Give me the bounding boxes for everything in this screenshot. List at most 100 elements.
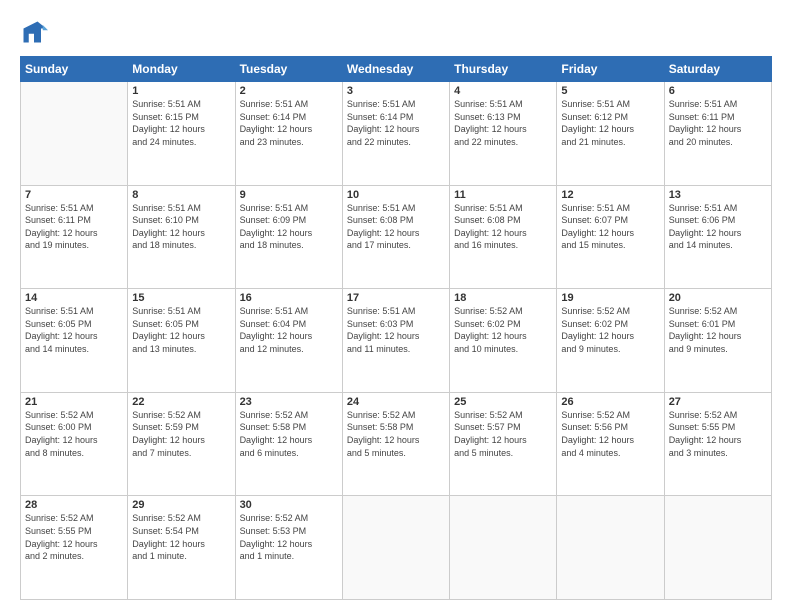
day-number: 21 [25,396,123,408]
calendar-cell: 30Sunrise: 5:52 AM Sunset: 5:53 PM Dayli… [235,496,342,600]
day-number: 25 [454,396,552,408]
calendar-cell [342,496,449,600]
day-info: Sunrise: 5:51 AM Sunset: 6:09 PM Dayligh… [240,202,338,252]
day-number: 5 [561,85,659,97]
day-info: Sunrise: 5:51 AM Sunset: 6:12 PM Dayligh… [561,98,659,148]
col-header-thursday: Thursday [450,57,557,82]
calendar-cell: 7Sunrise: 5:51 AM Sunset: 6:11 PM Daylig… [21,185,128,289]
day-number: 14 [25,292,123,304]
day-info: Sunrise: 5:52 AM Sunset: 5:55 PM Dayligh… [669,409,767,459]
col-header-sunday: Sunday [21,57,128,82]
day-number: 27 [669,396,767,408]
day-number: 24 [347,396,445,408]
calendar-cell: 2Sunrise: 5:51 AM Sunset: 6:14 PM Daylig… [235,82,342,186]
calendar-cell: 15Sunrise: 5:51 AM Sunset: 6:05 PM Dayli… [128,289,235,393]
day-number: 2 [240,85,338,97]
day-info: Sunrise: 5:51 AM Sunset: 6:03 PM Dayligh… [347,305,445,355]
day-info: Sunrise: 5:51 AM Sunset: 6:11 PM Dayligh… [669,98,767,148]
day-info: Sunrise: 5:52 AM Sunset: 5:55 PM Dayligh… [25,512,123,562]
calendar-cell: 24Sunrise: 5:52 AM Sunset: 5:58 PM Dayli… [342,392,449,496]
day-number: 30 [240,499,338,511]
day-number: 1 [132,85,230,97]
calendar-cell: 17Sunrise: 5:51 AM Sunset: 6:03 PM Dayli… [342,289,449,393]
calendar-cell [664,496,771,600]
calendar-cell: 11Sunrise: 5:51 AM Sunset: 6:08 PM Dayli… [450,185,557,289]
calendar-cell: 29Sunrise: 5:52 AM Sunset: 5:54 PM Dayli… [128,496,235,600]
calendar-cell: 4Sunrise: 5:51 AM Sunset: 6:13 PM Daylig… [450,82,557,186]
calendar-cell: 22Sunrise: 5:52 AM Sunset: 5:59 PM Dayli… [128,392,235,496]
day-info: Sunrise: 5:52 AM Sunset: 5:53 PM Dayligh… [240,512,338,562]
day-info: Sunrise: 5:51 AM Sunset: 6:06 PM Dayligh… [669,202,767,252]
day-info: Sunrise: 5:51 AM Sunset: 6:05 PM Dayligh… [25,305,123,355]
calendar-cell [557,496,664,600]
day-info: Sunrise: 5:52 AM Sunset: 6:01 PM Dayligh… [669,305,767,355]
day-info: Sunrise: 5:52 AM Sunset: 5:56 PM Dayligh… [561,409,659,459]
day-number: 13 [669,189,767,201]
day-number: 19 [561,292,659,304]
day-info: Sunrise: 5:51 AM Sunset: 6:10 PM Dayligh… [132,202,230,252]
day-info: Sunrise: 5:52 AM Sunset: 6:00 PM Dayligh… [25,409,123,459]
day-info: Sunrise: 5:51 AM Sunset: 6:11 PM Dayligh… [25,202,123,252]
day-number: 26 [561,396,659,408]
calendar-cell: 9Sunrise: 5:51 AM Sunset: 6:09 PM Daylig… [235,185,342,289]
col-header-friday: Friday [557,57,664,82]
calendar-cell: 8Sunrise: 5:51 AM Sunset: 6:10 PM Daylig… [128,185,235,289]
calendar-cell: 12Sunrise: 5:51 AM Sunset: 6:07 PM Dayli… [557,185,664,289]
calendar-cell: 10Sunrise: 5:51 AM Sunset: 6:08 PM Dayli… [342,185,449,289]
calendar-cell: 3Sunrise: 5:51 AM Sunset: 6:14 PM Daylig… [342,82,449,186]
day-info: Sunrise: 5:52 AM Sunset: 5:57 PM Dayligh… [454,409,552,459]
day-number: 20 [669,292,767,304]
calendar-cell [21,82,128,186]
calendar-cell: 6Sunrise: 5:51 AM Sunset: 6:11 PM Daylig… [664,82,771,186]
day-number: 12 [561,189,659,201]
calendar-cell: 25Sunrise: 5:52 AM Sunset: 5:57 PM Dayli… [450,392,557,496]
day-number: 3 [347,85,445,97]
day-number: 8 [132,189,230,201]
day-info: Sunrise: 5:51 AM Sunset: 6:15 PM Dayligh… [132,98,230,148]
day-info: Sunrise: 5:52 AM Sunset: 6:02 PM Dayligh… [454,305,552,355]
day-number: 7 [25,189,123,201]
col-header-saturday: Saturday [664,57,771,82]
day-number: 18 [454,292,552,304]
day-number: 23 [240,396,338,408]
logo-icon [20,18,48,46]
day-info: Sunrise: 5:51 AM Sunset: 6:13 PM Dayligh… [454,98,552,148]
calendar-cell: 13Sunrise: 5:51 AM Sunset: 6:06 PM Dayli… [664,185,771,289]
calendar-cell: 20Sunrise: 5:52 AM Sunset: 6:01 PM Dayli… [664,289,771,393]
calendar-cell: 18Sunrise: 5:52 AM Sunset: 6:02 PM Dayli… [450,289,557,393]
calendar-cell: 19Sunrise: 5:52 AM Sunset: 6:02 PM Dayli… [557,289,664,393]
col-header-tuesday: Tuesday [235,57,342,82]
calendar-table: SundayMondayTuesdayWednesdayThursdayFrid… [20,56,772,600]
day-info: Sunrise: 5:52 AM Sunset: 5:59 PM Dayligh… [132,409,230,459]
day-info: Sunrise: 5:51 AM Sunset: 6:05 PM Dayligh… [132,305,230,355]
day-number: 15 [132,292,230,304]
calendar-cell: 14Sunrise: 5:51 AM Sunset: 6:05 PM Dayli… [21,289,128,393]
day-number: 29 [132,499,230,511]
calendar-cell [450,496,557,600]
day-number: 9 [240,189,338,201]
calendar-cell: 27Sunrise: 5:52 AM Sunset: 5:55 PM Dayli… [664,392,771,496]
calendar-cell: 23Sunrise: 5:52 AM Sunset: 5:58 PM Dayli… [235,392,342,496]
calendar-cell: 21Sunrise: 5:52 AM Sunset: 6:00 PM Dayli… [21,392,128,496]
header [20,18,772,46]
day-info: Sunrise: 5:52 AM Sunset: 6:02 PM Dayligh… [561,305,659,355]
day-info: Sunrise: 5:51 AM Sunset: 6:08 PM Dayligh… [454,202,552,252]
page: SundayMondayTuesdayWednesdayThursdayFrid… [0,0,792,612]
col-header-wednesday: Wednesday [342,57,449,82]
calendar-cell: 28Sunrise: 5:52 AM Sunset: 5:55 PM Dayli… [21,496,128,600]
day-number: 6 [669,85,767,97]
day-info: Sunrise: 5:51 AM Sunset: 6:14 PM Dayligh… [347,98,445,148]
day-number: 28 [25,499,123,511]
day-number: 11 [454,189,552,201]
logo [20,18,52,46]
day-info: Sunrise: 5:52 AM Sunset: 5:58 PM Dayligh… [240,409,338,459]
day-number: 4 [454,85,552,97]
day-number: 10 [347,189,445,201]
day-number: 17 [347,292,445,304]
day-info: Sunrise: 5:52 AM Sunset: 5:54 PM Dayligh… [132,512,230,562]
day-number: 22 [132,396,230,408]
day-info: Sunrise: 5:52 AM Sunset: 5:58 PM Dayligh… [347,409,445,459]
day-info: Sunrise: 5:51 AM Sunset: 6:07 PM Dayligh… [561,202,659,252]
day-number: 16 [240,292,338,304]
calendar-cell: 1Sunrise: 5:51 AM Sunset: 6:15 PM Daylig… [128,82,235,186]
